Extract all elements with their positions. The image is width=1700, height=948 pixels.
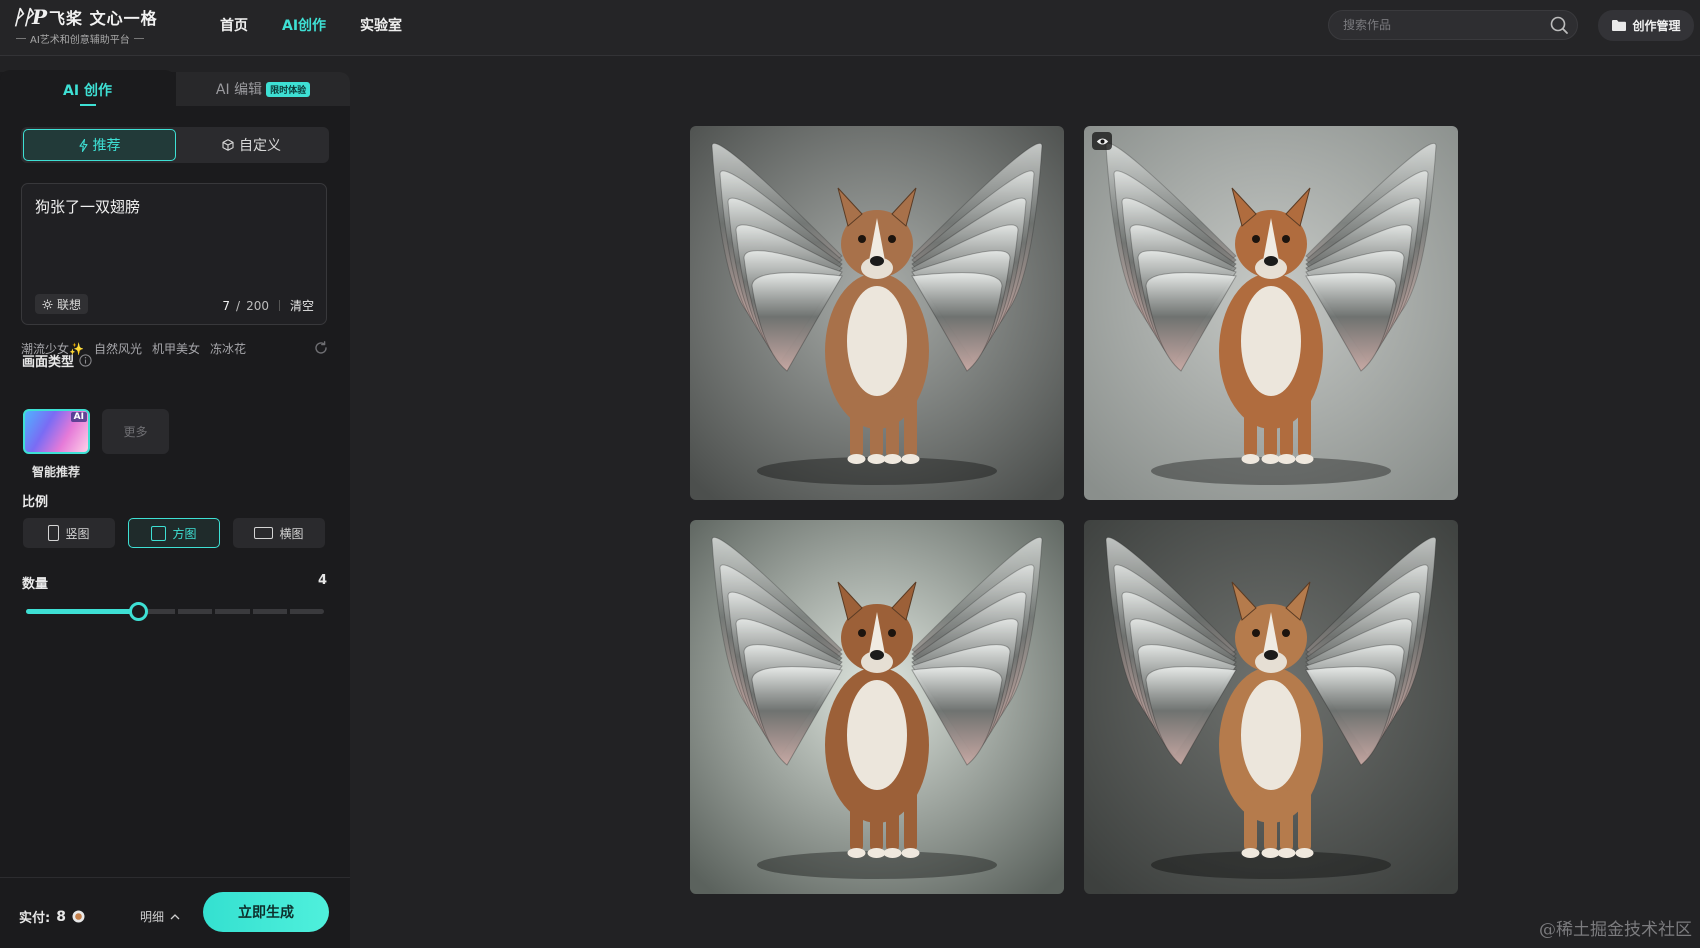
square-icon bbox=[151, 525, 167, 541]
suggestion-chip[interactable]: 自然风光 bbox=[94, 340, 142, 357]
search-icon[interactable] bbox=[1549, 15, 1569, 35]
pay-label: 实付: bbox=[19, 911, 51, 926]
slider-thumb[interactable] bbox=[128, 602, 148, 621]
prompt-text[interactable]: 狗张了一双翅膀 bbox=[35, 196, 140, 217]
picture-type-title: 画面类型 bbox=[22, 351, 92, 370]
result-gallery bbox=[690, 126, 1458, 894]
ratio-portrait-label: 竖图 bbox=[65, 526, 90, 541]
nav-lab[interactable]: 实验室 bbox=[360, 15, 402, 35]
quantity-label: 数量 bbox=[22, 577, 49, 592]
limited-trial-badge: 限时体验 bbox=[266, 81, 311, 97]
quantity-value: 4 bbox=[318, 573, 328, 588]
detail-toggle[interactable]: 明细 bbox=[140, 908, 180, 925]
tab-ai-edit[interactable]: AI 编辑 限时体验 bbox=[176, 72, 350, 106]
watermark: @稀土掘金技术社区 bbox=[1539, 920, 1692, 940]
creation-panel: AI 创作 AI 编辑 限时体验 推荐 自定义 狗张了一双翅膀 联想 7 / 2… bbox=[0, 70, 350, 948]
slider-tick bbox=[212, 609, 216, 614]
info-icon[interactable] bbox=[79, 354, 92, 367]
search-input[interactable] bbox=[1343, 18, 1549, 32]
suggestion-chip[interactable]: 机甲美女 bbox=[152, 340, 200, 357]
cube-icon bbox=[222, 139, 234, 151]
refresh-icon[interactable] bbox=[313, 340, 329, 356]
lightning-icon bbox=[78, 138, 88, 152]
folder-icon bbox=[1612, 20, 1627, 31]
ratio-label: 比例 bbox=[22, 495, 49, 510]
payment-info: 实付: 8 bbox=[19, 907, 85, 926]
result-image-3[interactable] bbox=[690, 520, 1064, 894]
creation-manage-label: 创作管理 bbox=[1632, 19, 1681, 33]
mode-switch: 推荐 自定义 bbox=[21, 127, 329, 163]
more-types-button[interactable]: 更多 bbox=[102, 409, 169, 454]
nav-ai-create[interactable]: AI创作 bbox=[282, 15, 326, 35]
char-counter: 7 / 200 清空 bbox=[222, 297, 314, 314]
search-box bbox=[1328, 10, 1578, 40]
portrait-icon bbox=[48, 525, 60, 541]
char-count-current: 7 bbox=[222, 298, 231, 313]
quantity-title: 数量 bbox=[22, 573, 48, 592]
smart-recommend-thumbnail[interactable]: AI bbox=[23, 409, 90, 454]
ratio-landscape-label: 横图 bbox=[279, 526, 304, 541]
winged-dog-image bbox=[1084, 126, 1458, 500]
panel-tabs: AI 创作 AI 编辑 限时体验 bbox=[0, 70, 350, 108]
ratio-landscape-button[interactable]: 横图 bbox=[233, 518, 325, 548]
ratio-square-button[interactable]: 方图 bbox=[128, 518, 220, 548]
tab-ai-create-label: AI 创作 bbox=[63, 83, 112, 99]
eye-icon[interactable] bbox=[1092, 132, 1112, 150]
slider-tick bbox=[286, 609, 290, 614]
ratio-title: 比例 bbox=[22, 491, 48, 510]
mode-recommend-button[interactable]: 推荐 bbox=[23, 129, 176, 161]
landscape-icon bbox=[254, 527, 274, 539]
chevron-up-icon bbox=[170, 914, 180, 920]
associate-button[interactable]: 联想 bbox=[35, 294, 89, 314]
winged-dog-image bbox=[690, 126, 1064, 500]
quantity-slider[interactable] bbox=[26, 602, 324, 621]
bottom-bar: 实付: 8 明细 立即生成 bbox=[0, 877, 350, 948]
ratio-portrait-button[interactable]: 竖图 bbox=[23, 518, 115, 548]
logo-title: 飞桨 文心一格 bbox=[49, 9, 158, 28]
char-count-max: 200 bbox=[246, 298, 269, 313]
mode-recommend-label: 推荐 bbox=[92, 138, 121, 154]
ratio-options: 竖图 方图 横图 bbox=[23, 518, 327, 548]
counter-divider bbox=[278, 300, 280, 311]
tab-ai-create[interactable]: AI 创作 bbox=[0, 70, 175, 108]
main-nav: 首页 AI创作 实验室 bbox=[220, 0, 402, 50]
active-tab-underline bbox=[79, 104, 96, 106]
sparkle-icon bbox=[42, 299, 53, 309]
result-image-1[interactable] bbox=[690, 126, 1064, 500]
logo-mark: ᚹᚹP bbox=[12, 5, 47, 29]
detail-label: 明细 bbox=[140, 910, 165, 924]
generate-button[interactable]: 立即生成 bbox=[203, 892, 329, 932]
top-header: ᚹᚹP 飞桨 文心一格 AI艺术和创意辅助平台 首页 AI创作 实验室 创作管理 bbox=[0, 0, 1700, 56]
coin-icon bbox=[72, 910, 85, 923]
logo[interactable]: ᚹᚹP 飞桨 文心一格 AI艺术和创意辅助平台 bbox=[12, 5, 158, 46]
tab-ai-edit-label: AI 编辑 bbox=[215, 82, 263, 98]
char-count-slash: / bbox=[236, 298, 241, 313]
winged-dog-image bbox=[690, 520, 1064, 894]
slider-tick bbox=[249, 609, 253, 614]
picture-type-label: 画面类型 bbox=[22, 355, 75, 370]
winged-dog-image bbox=[1084, 520, 1458, 894]
logo-subtitle: AI艺术和创意辅助平台 bbox=[30, 35, 130, 46]
mode-custom-button[interactable]: 自定义 bbox=[176, 129, 327, 161]
associate-label: 联想 bbox=[57, 297, 82, 312]
pay-amount: 8 bbox=[56, 908, 66, 925]
slider-fill bbox=[26, 609, 138, 614]
ai-tag: AI bbox=[70, 412, 87, 422]
result-image-4[interactable] bbox=[1084, 520, 1458, 894]
mode-custom-label: 自定义 bbox=[239, 138, 281, 154]
ratio-square-label: 方图 bbox=[172, 526, 197, 541]
nav-home[interactable]: 首页 bbox=[220, 15, 248, 35]
slider-tick bbox=[175, 609, 178, 614]
suggestion-chip[interactable]: 冻冰花 bbox=[210, 340, 246, 357]
prompt-textarea[interactable]: 狗张了一双翅膀 联想 7 / 200 清空 bbox=[21, 183, 327, 325]
creation-manage-button[interactable]: 创作管理 bbox=[1598, 10, 1694, 41]
smart-recommend-label: 智能推荐 bbox=[32, 465, 81, 479]
result-image-2[interactable] bbox=[1084, 126, 1458, 500]
clear-button[interactable]: 清空 bbox=[290, 297, 314, 314]
